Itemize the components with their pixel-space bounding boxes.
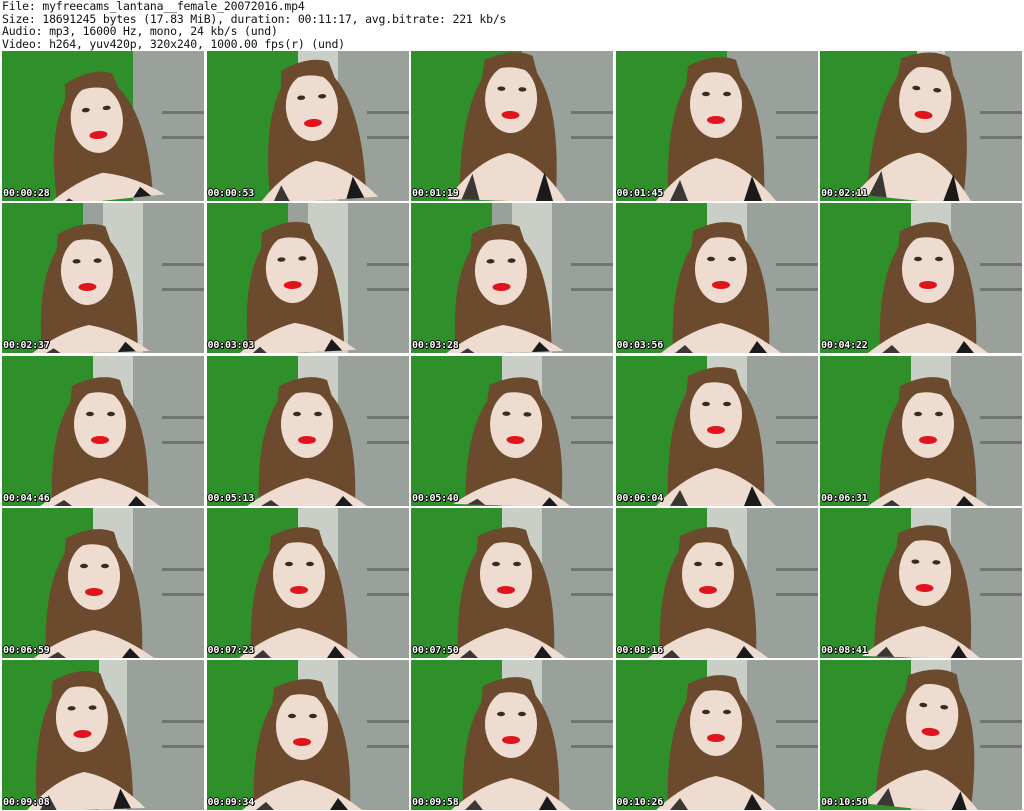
- frame-timestamp: 00:06:59: [3, 644, 50, 656]
- file-info-header: File: myfreecams_lantana__female_2007201…: [2, 0, 1022, 50]
- video-frame-thumbnail: 00:07:50: [411, 507, 613, 658]
- frame-image: [2, 507, 204, 658]
- frame-image: [820, 203, 1022, 354]
- frame-image: [2, 51, 204, 201]
- video-frame-thumbnail: 00:09:08: [2, 660, 204, 811]
- frame-image: [820, 507, 1022, 658]
- audio-info-line: Audio: mp3, 16000 Hz, mono, 24 kb/s (und…: [2, 24, 278, 38]
- frame-timestamp: 00:06:04: [616, 492, 664, 504]
- frame-image: [411, 507, 613, 658]
- frame-timestamp: 00:02:37: [3, 340, 50, 352]
- frame-timestamp: 00:09:34: [207, 797, 255, 809]
- video-frame-thumbnail: 00:00:53: [206, 51, 409, 201]
- frame-timestamp: 00:08:41: [821, 644, 868, 656]
- frame-image: [820, 51, 1022, 201]
- frame-timestamp: 00:04:22: [821, 340, 868, 352]
- frame-image: [2, 203, 204, 354]
- frame-image: [2, 355, 204, 506]
- video-frame-thumbnail: 00:00:28: [2, 51, 204, 201]
- video-frame-thumbnail: 00:10:50: [820, 660, 1022, 811]
- frame-image: [2, 660, 204, 811]
- frame-timestamp: 00:01:45: [616, 188, 664, 199]
- frame-image: [820, 355, 1022, 506]
- frame-image: [615, 203, 818, 354]
- frame-timestamp: 00:03:28: [412, 340, 459, 352]
- frame-timestamp: 00:04:46: [3, 492, 50, 504]
- frame-timestamp: 00:06:31: [821, 492, 868, 504]
- video-frame-thumbnail: 00:05:13: [206, 355, 409, 506]
- video-frame-thumbnail: 00:01:19: [411, 51, 613, 201]
- frame-image: [411, 203, 613, 354]
- frame-timestamp: 00:02:11: [821, 188, 868, 199]
- video-frame-thumbnail: 00:04:46: [2, 355, 204, 506]
- frame-image: [206, 51, 409, 201]
- frame-timestamp: 00:00:53: [207, 188, 255, 199]
- thumbnail-grid: 00:00:28 00:00:53 00:01:19 00:01:45 00:0…: [2, 51, 1022, 811]
- frame-timestamp: 00:10:26: [616, 797, 664, 809]
- frame-timestamp: 00:05:40: [412, 492, 459, 504]
- video-frame-thumbnail: 00:03:28: [411, 203, 613, 354]
- frame-image: [820, 660, 1022, 811]
- frame-image: [615, 51, 818, 201]
- frame-timestamp: 00:09:58: [412, 797, 459, 809]
- video-frame-thumbnail: 00:10:26: [615, 660, 818, 811]
- frame-image: [411, 355, 613, 506]
- frame-timestamp: 00:10:50: [821, 797, 868, 809]
- frame-timestamp: 00:01:19: [412, 188, 459, 199]
- video-frame-thumbnail: 00:06:31: [820, 355, 1022, 506]
- video-frame-thumbnail: 00:01:45: [615, 51, 818, 201]
- frame-image: [206, 203, 409, 354]
- video-frame-thumbnail: 00:06:59: [2, 507, 204, 658]
- frame-timestamp: 00:05:13: [207, 492, 255, 504]
- video-frame-thumbnail: 00:08:41: [820, 507, 1022, 658]
- video-frame-thumbnail: 00:05:40: [411, 355, 613, 506]
- frame-timestamp: 00:07:23: [207, 644, 255, 656]
- frame-timestamp: 00:07:50: [412, 644, 459, 656]
- video-frame-thumbnail: 00:02:37: [2, 203, 204, 354]
- frame-image: [615, 507, 818, 658]
- video-frame-thumbnail: 00:08:16: [615, 507, 818, 658]
- frame-timestamp: 00:09:08: [3, 797, 50, 809]
- video-frame-thumbnail: 00:09:58: [411, 660, 613, 811]
- frame-timestamp: 00:08:16: [616, 644, 664, 656]
- video-frame-thumbnail: 00:06:04: [615, 355, 818, 506]
- frame-image: [206, 660, 409, 811]
- frame-image: [206, 355, 409, 506]
- frame-timestamp: 00:03:03: [207, 340, 255, 352]
- video-frame-thumbnail: 00:09:34: [206, 660, 409, 811]
- frame-image: [411, 51, 613, 201]
- video-frame-thumbnail: 00:03:56: [615, 203, 818, 354]
- video-frame-thumbnail: 00:07:23: [206, 507, 409, 658]
- frame-timestamp: 00:00:28: [3, 188, 50, 199]
- video-frame-thumbnail: 00:02:11: [820, 51, 1022, 201]
- frame-image: [615, 355, 818, 506]
- video-info-line: Video: h264, yuv420p, 320x240, 1000.00 f…: [2, 36, 345, 51]
- video-frame-thumbnail: 00:04:22: [820, 203, 1022, 354]
- video-frame-thumbnail: 00:03:03: [206, 203, 409, 354]
- frame-image: [206, 507, 409, 658]
- file-name-line: File: myfreecams_lantana__female_2007201…: [2, 0, 305, 13]
- frame-image: [615, 660, 818, 811]
- frame-timestamp: 00:03:56: [616, 340, 664, 352]
- frame-image: [411, 660, 613, 811]
